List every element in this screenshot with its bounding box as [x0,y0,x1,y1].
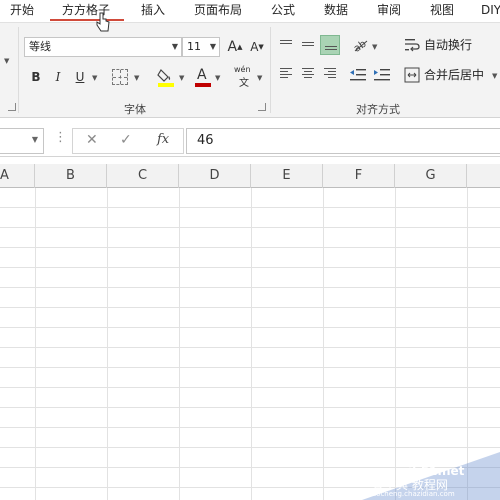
increase-indent-button[interactable] [372,65,392,85]
watermark-url: jiaocheng.chazidian.com [368,490,455,498]
font-size-combo[interactable]: 11 ▼ [182,37,220,57]
shrink-font-button[interactable]: A▼ [248,37,266,57]
decrease-indent-button[interactable] [348,65,368,85]
tab-home[interactable]: 开始 [10,3,34,18]
border-icon[interactable] [112,69,128,85]
bottom-align-button[interactable] [320,35,340,55]
cancel-button[interactable]: ✕ [86,132,98,148]
column-header-e[interactable]: E [251,164,323,188]
font-launcher-icon[interactable] [258,103,266,111]
increase-indent-icon [374,69,390,81]
tab-review[interactable]: 审阅 [377,3,401,18]
decrease-indent-icon [350,69,366,81]
chevron-down-icon: ▼ [209,42,216,51]
hand-cursor-icon [96,12,110,32]
column-header-c[interactable]: C [107,164,179,188]
text-orientation-icon: ab [352,39,369,55]
ribbon-tabs: 开始 方方格子 插入 页面布局 公式 数据 审阅 视图 DIY [0,0,500,22]
left-align-button[interactable] [276,65,296,85]
wrap-text-button[interactable]: 自动换行 [424,35,472,55]
more-icon: ⋮ [54,130,67,145]
wrap-text-icon [404,37,420,53]
center-align-button[interactable] [298,65,318,85]
grow-font-button[interactable]: A▲ [226,37,244,57]
column-header-g[interactable]: G [395,164,467,188]
top-align-button[interactable] [276,35,296,55]
tab-diy[interactable]: DIY [481,3,500,18]
phonetic-bottom-text: 文 [239,78,249,89]
font-group-label: 字体 [124,103,146,116]
merge-dropdown-icon[interactable]: ▼ [492,72,497,80]
border-dropdown-icon[interactable]: ▼ [134,74,139,82]
phonetic-guide-button[interactable]: wén 文 [234,65,254,89]
font-color-icon: A [197,67,207,83]
formula-input[interactable]: 46 [186,128,500,154]
phonetic-dropdown-icon[interactable]: ▼ [257,74,262,82]
chevron-down-icon: ▼ [31,135,38,144]
chevron-down-icon: ▼ [171,42,178,51]
column-header-b[interactable]: B [35,164,107,188]
align-center-icon [302,68,314,78]
tab-view[interactable]: 视图 [430,3,454,18]
group-separator [270,27,271,113]
orientation-dropdown-icon[interactable]: ▼ [372,43,377,51]
column-header-d[interactable]: D [179,164,251,188]
column-header-f[interactable]: F [323,164,395,188]
tab-insert[interactable]: 插入 [141,3,165,18]
formula-bar: ▼ ⋮ ✕ ✓ fx 46 [0,125,500,157]
font-name-combo[interactable]: 等线 ▼ [24,37,182,57]
align-left-icon [280,68,292,78]
top-align-icon [280,40,292,50]
tab-page-layout[interactable]: 页面布局 [194,3,242,18]
middle-align-button[interactable] [298,35,318,55]
underline-dropdown-icon[interactable]: ▼ [92,74,97,82]
underline-button[interactable]: U [72,67,88,87]
phonetic-top-text: wén [234,65,251,74]
grow-font-icon: A [227,39,238,55]
active-tab-indicator [50,19,124,21]
column-headers: A B C D E F G [0,164,500,188]
group-separator [18,27,19,113]
name-box[interactable]: ▼ [0,128,44,154]
clipboard-dropdown-icon[interactable]: ▼ [4,57,9,65]
fill-color-dropdown-icon[interactable]: ▼ [179,74,184,82]
font-color-button[interactable]: A [194,67,212,87]
align-right-icon [324,68,336,78]
middle-align-icon [302,42,314,52]
orientation-button[interactable]: ab [352,37,370,55]
merge-center-button[interactable]: 合并后居中 [424,65,484,85]
ribbon-panel: ▼ 等线 ▼ 11 ▼ A▲ A▼ B I U ▼ ▼ ▼ A ▼ wén 文 [0,22,500,118]
svg-text:ab: ab [352,39,369,53]
tab-data[interactable]: 数据 [324,3,348,18]
watermark: jb51.net 查字典 教程网 jiaocheng.chazidian.com [362,452,500,500]
bold-button[interactable]: B [28,67,44,87]
column-header-h[interactable] [467,164,500,188]
fill-color-button[interactable] [157,67,175,87]
paint-bucket-icon [157,69,174,87]
bottom-align-icon [325,46,337,56]
merge-center-icon [404,67,420,83]
tab-formulas[interactable]: 公式 [271,3,295,18]
font-color-dropdown-icon[interactable]: ▼ [215,74,220,82]
italic-button[interactable]: I [50,67,66,87]
enter-button[interactable]: ✓ [120,132,132,148]
font-name-value: 等线 [29,40,51,53]
right-align-button[interactable] [320,65,340,85]
insert-function-button[interactable]: fx [157,132,169,147]
column-header-a[interactable]: A [0,164,35,188]
alignment-group-label: 对齐方式 [356,103,400,116]
font-size-value: 11 [187,40,201,53]
clipboard-launcher-icon[interactable] [8,103,16,111]
